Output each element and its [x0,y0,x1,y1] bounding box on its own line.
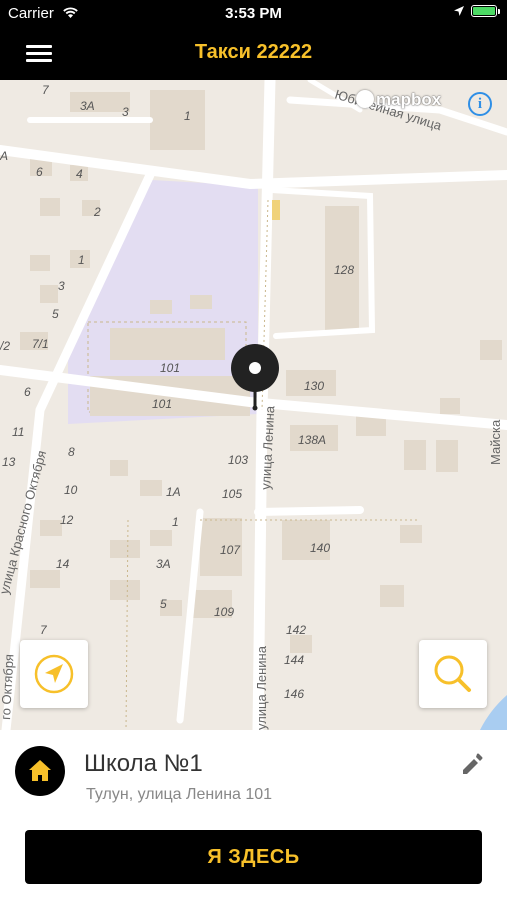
house-number: 107 [220,543,241,557]
house-number: 7/1 [32,337,49,351]
status-time: 3:53 PM [225,5,282,22]
house-number: 3 [122,105,129,119]
info-button[interactable]: i [468,92,492,116]
house-number: 3А [80,99,95,113]
mapbox-attribution: mapbox [356,90,441,110]
location-pin-icon [229,342,281,412]
house-number: 101 [152,397,172,411]
house-number: 138А [298,433,326,447]
place-panel: Школа №1 Тулун, улица Ленина 101 Я ЗДЕСЬ [0,730,507,900]
house-number: 2 [93,205,101,219]
house-number: 6 [24,385,31,399]
house-number: 13 [2,455,16,469]
house-number: 1 [184,109,191,123]
battery-icon [471,5,500,17]
navigation-arrow-icon [34,654,74,694]
my-location-button[interactable] [20,640,88,708]
house-number: 1 [172,515,179,529]
house-number: 146 [284,687,304,701]
mapbox-label: mapbox [376,90,442,109]
house-number: 12 [60,513,74,527]
house-number: 3 [58,279,65,293]
house-number: 8 [68,445,75,459]
house-number: 144 [284,653,304,667]
house-number: 105 [222,487,242,501]
search-icon [434,655,471,692]
pencil-icon[interactable] [458,750,486,778]
house-number: 103 [228,453,248,467]
i-am-here-button[interactable]: Я ЗДЕСЬ [25,830,482,884]
battery-level [473,7,495,15]
home-icon [15,746,65,796]
house-number: 1А [166,485,181,499]
house-number: 10 [64,483,78,497]
house-number: 109 [214,605,234,619]
house-number: 6 [36,165,43,179]
nav-bar: Такси 22222 [0,28,507,80]
location-arrow-icon [454,6,464,16]
street-label: улица Ленина [258,405,277,490]
crosswalk [272,200,280,220]
house-number: А [0,149,8,163]
house-number: 5 [52,307,59,321]
house-number: 14 [56,557,70,571]
house-number: 1 [78,253,85,267]
house-number: 130 [304,379,324,393]
street-label: го Октября [0,654,16,721]
mapbox-logo-icon [356,90,374,108]
street-label: Майска [488,419,503,465]
house-number: 7 [40,623,48,637]
house-number: 142 [286,623,306,637]
house-number: /2 [0,339,10,353]
house-number: 4 [76,167,83,181]
app-title: Такси 22222 [194,41,313,63]
house-number: 7 [42,83,50,97]
house-number: 140 [310,541,330,555]
map-search-button[interactable] [419,640,487,708]
place-address: Тулун, улица Ленина 101 [86,786,273,803]
house-number: 5 [160,597,167,611]
status-bar: Carrier 3:53 PM [0,0,507,28]
house-number: 101 [160,361,180,375]
street-label: улица Ленина [254,645,269,730]
house-number: 128 [334,263,354,277]
map-view[interactable]: Юбилейная улица улица Ленина улица Ленин… [0,80,507,730]
place-title: Школа №1 [84,750,203,777]
house-number: 3А [156,557,171,571]
house-number: 11 [12,425,24,439]
